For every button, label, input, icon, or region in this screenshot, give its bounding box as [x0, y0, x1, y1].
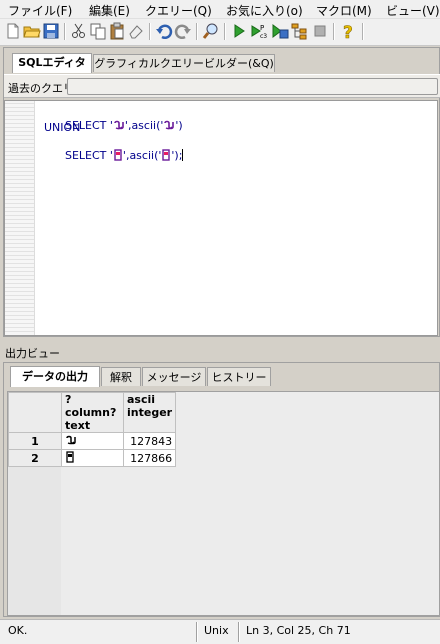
stop-icon[interactable]: [311, 22, 329, 40]
code-text: ');: [171, 149, 183, 162]
text-cursor: [182, 149, 184, 161]
output-view-label: 出力ビュー: [5, 347, 60, 360]
column-type: text: [65, 419, 91, 432]
copy-icon[interactable]: [89, 22, 107, 40]
toolbar-separator: [333, 23, 335, 40]
query-history-bar: 過去のクエリ: [4, 74, 440, 98]
status-cursor-position: Ln 3, Col 25, Ch 71: [246, 624, 351, 637]
history-dropdown[interactable]: [67, 78, 438, 95]
execute-icon[interactable]: [230, 22, 248, 40]
column-name: ?column?: [65, 393, 117, 419]
explain-analyze-icon[interactable]: [291, 22, 309, 40]
result-table: ?column? text ascii integer 1 127843 2 127…: [8, 392, 177, 467]
table-cell[interactable]: 127843: [122, 432, 177, 450]
table-cell[interactable]: [61, 449, 124, 467]
table-cell[interactable]: 127866: [122, 449, 177, 467]
glass-glyph-icon: [65, 450, 75, 466]
toolbar-separator: [224, 23, 226, 40]
toolbar-separator: [64, 23, 66, 40]
menu-query[interactable]: クエリー(Q): [145, 2, 212, 19]
menu-view[interactable]: ビュー(V): [386, 2, 440, 19]
code-text: '): [175, 119, 183, 132]
toolbar-separator: [149, 23, 151, 40]
open-folder-icon[interactable]: [23, 22, 41, 40]
code-text: SELECT ': [64, 149, 113, 162]
code-text: ',ascii(': [122, 149, 162, 162]
redo-icon[interactable]: [174, 22, 192, 40]
toolbar: Pc3 ?: [0, 19, 440, 46]
table-header-row: ?column? text ascii integer: [8, 392, 177, 433]
cut-icon[interactable]: [70, 22, 88, 40]
menu-macro[interactable]: マクロ(M): [316, 2, 372, 19]
tab-data-output[interactable]: データの出力: [10, 366, 100, 387]
toolbar-separator: [362, 23, 364, 40]
status-separator: [238, 622, 240, 642]
code-text: ',ascii(': [124, 119, 164, 132]
status-separator: [196, 622, 198, 642]
paperclip-glyph-icon: [163, 119, 175, 134]
sql-code-editor[interactable]: SELECT ' ',ascii(' ') UNION SELECT ' ',asci…: [4, 100, 438, 336]
undo-icon[interactable]: [155, 22, 173, 40]
column-name: ascii: [127, 393, 156, 406]
result-grid: ?column? text ascii integer 1 127843 2 127…: [7, 391, 440, 616]
row-number[interactable]: 1: [8, 432, 62, 450]
code-line-3: SELECT ' ',ascii(' ');: [44, 136, 184, 177]
menu-file[interactable]: ファイル(F): [8, 2, 72, 19]
row-number[interactable]: 2: [8, 449, 62, 467]
status-line-ending: Unix: [204, 624, 229, 637]
execute-to-file-icon[interactable]: [271, 22, 289, 40]
table-row: 1 127843: [8, 432, 177, 450]
status-message: OK.: [8, 624, 28, 637]
eraser-icon[interactable]: [127, 22, 145, 40]
table-row: 2 127866: [8, 449, 177, 467]
menu-edit[interactable]: 編集(E): [89, 2, 130, 19]
menu-favorites[interactable]: お気に入り(o): [226, 2, 303, 19]
line-gutter: [5, 101, 35, 335]
tab-graphical-query-builder[interactable]: グラフィカルクエリービルダー(&Q): [93, 54, 275, 72]
corner-cell[interactable]: [8, 392, 62, 433]
find-icon[interactable]: [202, 22, 220, 40]
paperclip-glyph-icon: [65, 434, 77, 449]
svg-text:c3: c3: [260, 33, 267, 40]
glass-glyph-icon: [161, 149, 171, 164]
new-file-icon[interactable]: [4, 22, 22, 40]
paperclip-glyph-icon: [113, 119, 125, 134]
svg-text:P: P: [260, 24, 264, 32]
tab-history[interactable]: ヒストリー: [207, 367, 271, 386]
save-icon[interactable]: [42, 22, 60, 40]
code-line-2: UNION: [44, 121, 81, 134]
toolbar-separator: [196, 23, 198, 40]
help-icon[interactable]: ?: [339, 22, 357, 40]
tab-messages[interactable]: メッセージ: [142, 367, 206, 386]
output-panel: データの出力 解釈 メッセージ ヒストリー ?column? text ascii…: [3, 362, 440, 617]
history-label: 過去のクエリ: [8, 82, 74, 95]
paste-icon[interactable]: [108, 22, 126, 40]
explain-icon[interactable]: Pc3: [250, 22, 268, 40]
sql-editor-panel: SQLエディタ グラフィカルクエリービルダー(&Q) 過去のクエリ SELECT…: [3, 47, 440, 337]
tab-sql-editor[interactable]: SQLエディタ: [12, 53, 92, 73]
glass-glyph-icon: [113, 149, 123, 164]
table-cell[interactable]: [61, 432, 124, 450]
svg-text:?: ?: [343, 23, 353, 40]
tab-explain[interactable]: 解釈: [101, 367, 141, 386]
column-header[interactable]: ?column? text: [61, 392, 124, 433]
status-bar: OK. Unix Ln 3, Col 25, Ch 71: [0, 619, 440, 644]
column-type: integer: [127, 406, 173, 419]
column-header[interactable]: ascii integer: [122, 392, 177, 433]
menu-bar: ファイル(F) 編集(E) クエリー(Q) お気に入り(o) マクロ(M) ビュ…: [0, 0, 440, 19]
